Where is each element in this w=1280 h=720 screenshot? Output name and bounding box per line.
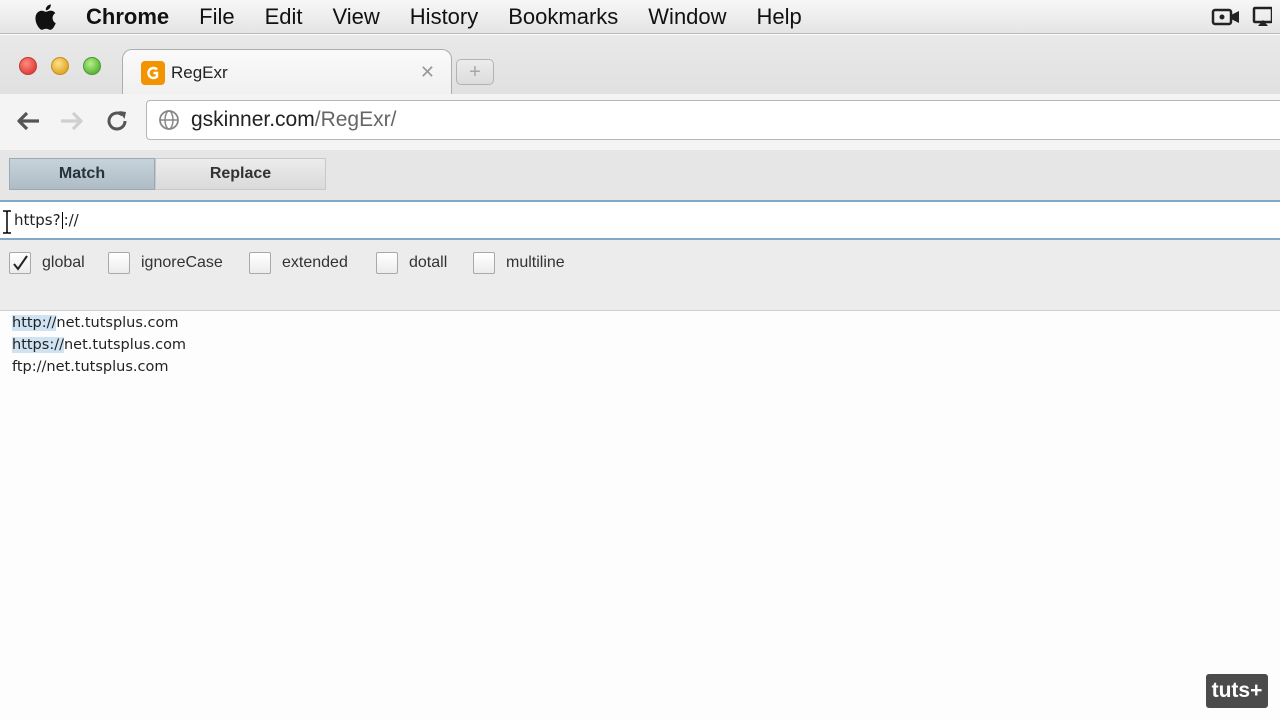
flag-label-multiline: multiline [506, 254, 565, 271]
flag-multiline[interactable]: multiline [473, 252, 565, 274]
menu-bookmarks[interactable]: Bookmarks [508, 4, 618, 30]
regex-input-row: https?:// [0, 200, 1280, 240]
dotall-checkbox[interactable] [376, 252, 398, 274]
close-tab-icon[interactable]: ✕ [420, 62, 435, 83]
browser-tab-regexr[interactable]: RegExr ✕ [122, 49, 452, 95]
browser-chrome: RegExr ✕ + gskinner.com/RegExr/ [0, 35, 1280, 150]
line-rest: net.tutsplus.com [63, 337, 187, 353]
regex-input[interactable]: https?:// [14, 202, 1274, 238]
menu-file[interactable]: File [199, 4, 234, 30]
display-mirroring-icon[interactable] [1244, 0, 1280, 34]
multiline-checkbox[interactable] [473, 252, 495, 274]
tutsplus-watermark-logo: tuts+ [1206, 674, 1268, 708]
replace-mode-button[interactable]: Replace [155, 158, 326, 190]
reload-button[interactable] [100, 104, 134, 138]
flags-row: global ignoreCase extended dotall multil… [0, 240, 1280, 310]
flag-label-extended: extended [282, 254, 348, 271]
regexr-favicon-icon [141, 60, 165, 85]
checkmark-icon [13, 255, 28, 271]
video-camera-icon[interactable] [1208, 0, 1244, 34]
menubar-status-icons [1208, 0, 1280, 34]
menu-view[interactable]: View [333, 4, 380, 30]
menu-edit[interactable]: Edit [265, 4, 303, 30]
source-text-area[interactable]: http://net.tutsplus.com https://net.tuts… [0, 310, 1280, 720]
back-button[interactable] [11, 104, 45, 138]
menu-window[interactable]: Window [648, 4, 726, 30]
globe-icon [157, 108, 181, 132]
url-host: gskinner.com [191, 108, 315, 131]
match-highlight: http:// [12, 315, 57, 331]
reload-icon [107, 111, 127, 131]
extended-checkbox[interactable] [249, 252, 271, 274]
text-line: https://net.tutsplus.com [12, 337, 186, 353]
macos-menu-bar: Chrome File Edit View History Bookmarks … [0, 0, 1280, 34]
flag-global[interactable]: global [9, 252, 85, 274]
forward-arrow-icon [61, 111, 83, 131]
new-tab-button[interactable]: + [456, 59, 494, 85]
line-rest: net.tutsplus.com [56, 315, 179, 331]
line-rest: ftp://net.tutsplus.com [12, 359, 169, 375]
zoom-window-button[interactable] [83, 57, 101, 75]
menu-help[interactable]: Help [757, 4, 802, 30]
minimize-window-button[interactable] [51, 57, 69, 75]
close-window-button[interactable] [19, 57, 37, 75]
text-line: ftp://net.tutsplus.com [12, 359, 168, 375]
text-cursor-icon [3, 210, 11, 234]
back-arrow-icon [17, 111, 39, 131]
flag-label-dotall: dotall [409, 254, 448, 271]
global-checkbox[interactable] [9, 252, 31, 274]
regex-text-before-caret: https? [14, 211, 61, 229]
regexr-page: Match Replace https?:// global ignoreCas… [0, 150, 1280, 720]
apple-logo-icon[interactable] [30, 2, 60, 32]
forward-button[interactable] [55, 104, 89, 138]
browser-toolbar: gskinner.com/RegExr/ [0, 94, 1280, 150]
tab-title: RegExr [171, 62, 228, 82]
menu-history[interactable]: History [410, 4, 478, 30]
flag-label-global: global [42, 254, 85, 271]
url-path: /RegExr/ [314, 108, 397, 131]
regex-text-after-caret: :// [63, 211, 79, 229]
flag-dotall[interactable]: dotall [376, 252, 447, 274]
match-mode-button[interactable]: Match [9, 158, 155, 190]
ignorecase-checkbox[interactable] [108, 252, 130, 274]
flag-extended[interactable]: extended [249, 252, 348, 274]
text-line: http://net.tutsplus.com [12, 315, 179, 331]
text-caret [61, 211, 63, 229]
match-highlight: https:// [12, 337, 64, 353]
url-text: gskinner.com/RegExr/ [191, 108, 396, 132]
flag-label-ignorecase: ignoreCase [141, 254, 223, 271]
menu-chrome[interactable]: Chrome [86, 4, 169, 30]
address-bar[interactable]: gskinner.com/RegExr/ [146, 100, 1280, 140]
mode-header: Match Replace [0, 150, 1280, 200]
plus-icon: + [469, 60, 481, 83]
flag-ignorecase[interactable]: ignoreCase [108, 252, 223, 274]
